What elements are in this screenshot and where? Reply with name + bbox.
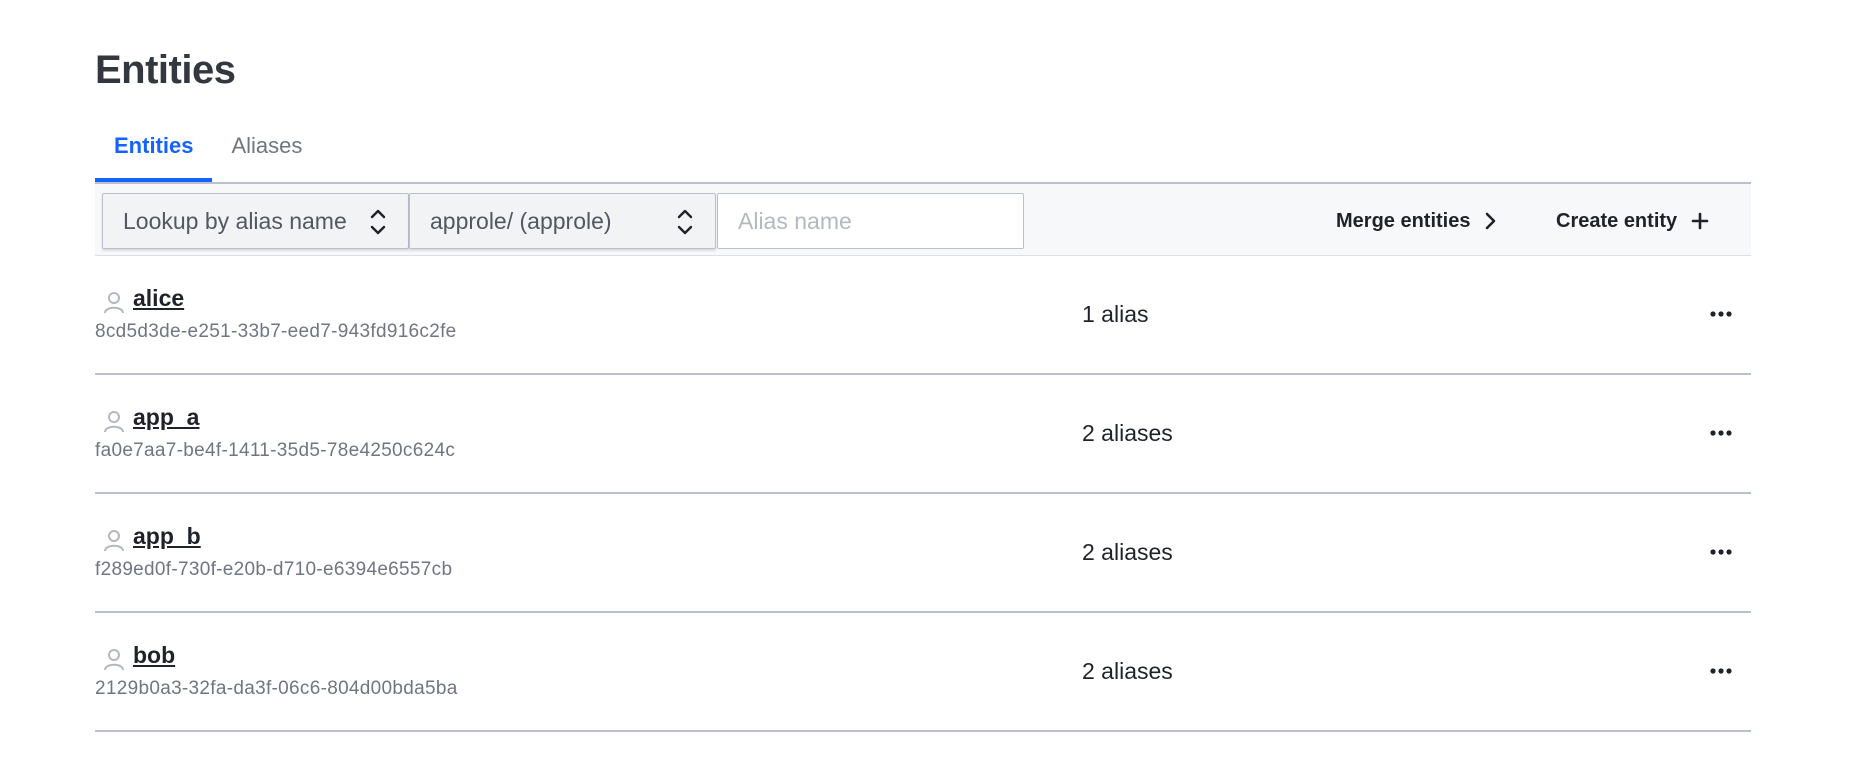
user-icon [104, 292, 124, 314]
toolbar: Lookup by alias name approle/ (approle) … [95, 182, 1751, 256]
tab-aliases[interactable]: Aliases [212, 120, 321, 182]
create-entity-label: Create entity [1556, 209, 1678, 232]
alias-name-input[interactable] [717, 193, 1024, 249]
plus-icon [1691, 212, 1709, 230]
select-chevrons-icon [370, 209, 386, 235]
entity-list: alice 8cd5d3de-e251-33b7-eed7-943fd916c2… [95, 256, 1751, 732]
more-options-icon [1710, 430, 1732, 436]
create-entity-button[interactable]: Create entity [1556, 202, 1709, 240]
entity-name-link[interactable]: alice [133, 285, 184, 312]
list-item[interactable]: alice 8cd5d3de-e251-33b7-eed7-943fd916c2… [95, 256, 1751, 375]
more-options-icon [1710, 311, 1732, 317]
alias-count: 2 aliases [1082, 420, 1173, 446]
user-icon [104, 530, 124, 552]
lookup-type-select-value: Lookup by alias name [123, 208, 347, 234]
entity-name-link[interactable]: app_a [133, 404, 199, 431]
entities-page: Entities Entities Aliases Lookup by alia… [0, 0, 1876, 766]
merge-entities-label: Merge entities [1336, 209, 1471, 232]
auth-mount-select[interactable]: approle/ (approle) [409, 193, 716, 249]
alias-count: 2 aliases [1082, 658, 1173, 684]
entity-id: 8cd5d3de-e251-33b7-eed7-943fd916c2fe [95, 321, 457, 342]
alias-count: 1 alias [1082, 301, 1149, 327]
list-item[interactable]: app_b f289ed0f-730f-e20b-d710-e6394e6557… [95, 494, 1751, 613]
more-options-button[interactable] [1707, 301, 1735, 327]
tab-entities[interactable]: Entities [95, 120, 213, 182]
more-options-button[interactable] [1707, 420, 1735, 446]
lookup-type-select[interactable]: Lookup by alias name [102, 193, 409, 249]
list-item[interactable]: bob 2129b0a3-32fa-da3f-06c6-804d00bda5ba… [95, 613, 1751, 732]
more-options-icon [1710, 668, 1732, 674]
entity-id: f289ed0f-730f-e20b-d710-e6394e6557cb [95, 559, 453, 580]
chevron-right-icon [1486, 212, 1496, 230]
entity-id: fa0e7aa7-be4f-1411-35d5-78e4250c624c [95, 440, 456, 461]
user-icon [104, 411, 124, 433]
more-options-button[interactable] [1707, 539, 1735, 565]
merge-entities-button[interactable]: Merge entities [1336, 202, 1498, 240]
user-icon [104, 649, 124, 671]
tab-bar: Entities Aliases [95, 120, 1751, 182]
page-title: Entities [95, 48, 236, 92]
entity-id: 2129b0a3-32fa-da3f-06c6-804d00bda5ba [95, 678, 458, 699]
list-item[interactable]: app_a fa0e7aa7-be4f-1411-35d5-78e4250c62… [95, 375, 1751, 494]
select-chevrons-icon [677, 209, 693, 235]
more-options-icon [1710, 549, 1732, 555]
alias-count: 2 aliases [1082, 539, 1173, 565]
entity-name-link[interactable]: app_b [133, 523, 201, 550]
entity-name-link[interactable]: bob [133, 642, 175, 669]
more-options-button[interactable] [1707, 658, 1735, 684]
auth-mount-select-value: approle/ (approle) [430, 208, 612, 234]
